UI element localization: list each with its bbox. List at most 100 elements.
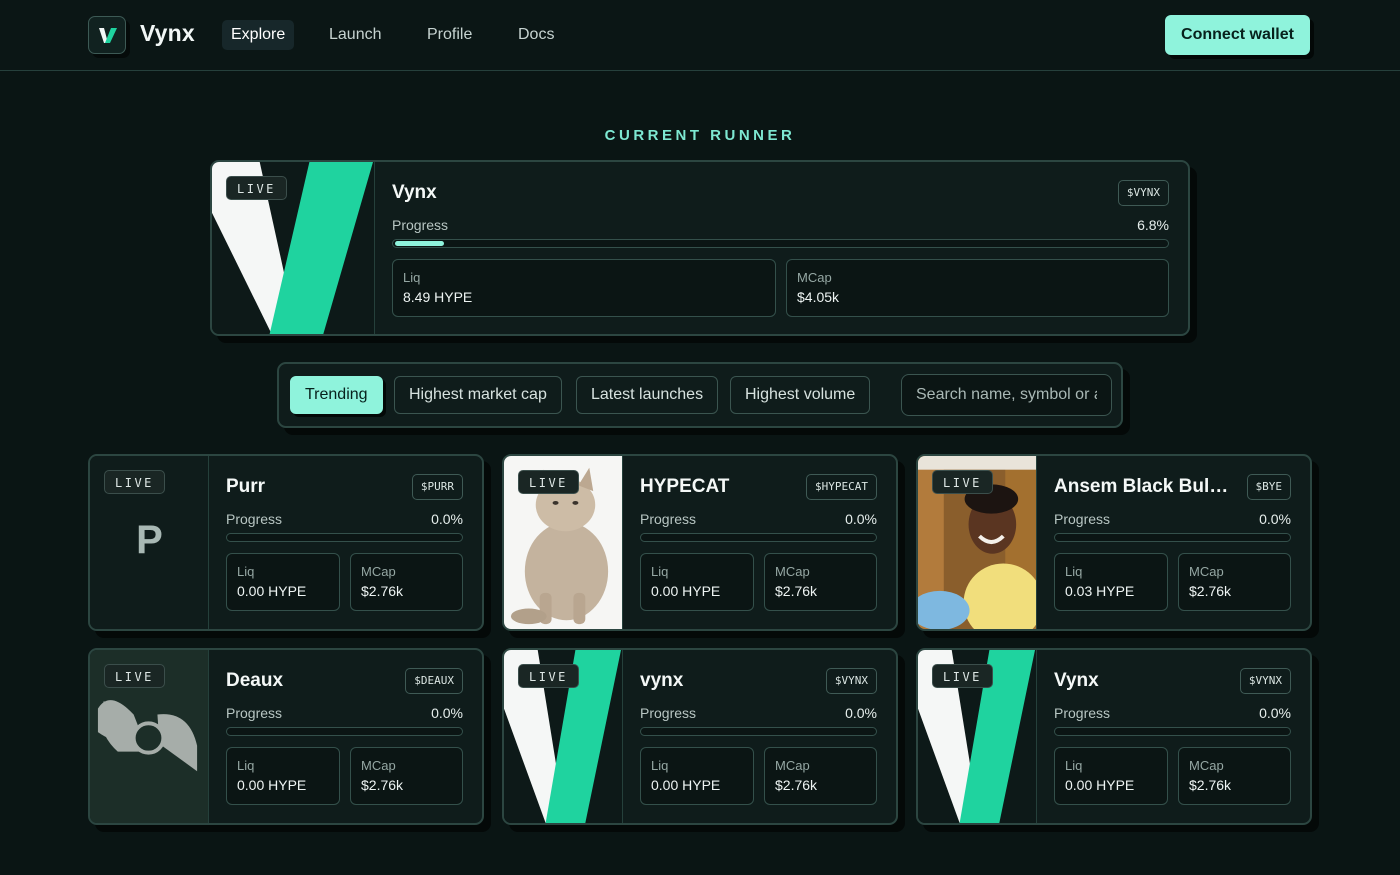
token-symbol-badge: $HYPECAT xyxy=(806,474,877,500)
progress-label: Progress xyxy=(392,217,449,233)
liquidity-stat: Liq 0.00 HYPE xyxy=(640,747,754,805)
token-name: vynx xyxy=(640,670,684,691)
live-badge: LIVE xyxy=(226,176,287,200)
token-name: Deaux xyxy=(226,670,284,691)
runner-info: Vynx $VYNX Progress 6.8% Liq 8.49 HYPE M… xyxy=(392,162,1169,334)
token-name: Vynx xyxy=(1054,670,1099,691)
token-info: Deaux $DEAUX Progress 0.0% Liq 0.00 HYPE… xyxy=(226,650,463,823)
token-initial-placeholder: P xyxy=(136,518,163,562)
token-name: Ansem Black Bull of Hyperliquid xyxy=(1054,476,1231,497)
progress-label: Progress xyxy=(640,705,697,721)
market-cap-stat: MCap $2.76k xyxy=(350,553,463,611)
progress-label: Progress xyxy=(1054,511,1111,527)
progress-bar-fill xyxy=(395,241,444,246)
token-symbol-badge: $PURR xyxy=(411,474,463,500)
token-card[interactable]: LIVE Deaux $DEAUX Progress 0.0% Liq 0.00… xyxy=(88,648,484,825)
progress-label: Progress xyxy=(226,705,283,721)
mcap-value: $2.76k xyxy=(1189,583,1232,599)
live-badge: LIVE xyxy=(518,470,579,494)
token-card[interactable]: LIVE Vynx $VYNX Progress 0.0% Liq 0.00 H… xyxy=(916,648,1312,825)
progress-value: 0.0% xyxy=(431,705,463,721)
liq-label: Liq xyxy=(1065,758,1083,773)
liq-label: Liq xyxy=(651,564,669,579)
progress-bar xyxy=(640,727,877,736)
vynx-logo-icon[interactable] xyxy=(88,16,126,54)
market-cap-stat: MCap $2.76k xyxy=(764,553,877,611)
tab-highest-volume[interactable]: Highest volume xyxy=(730,376,871,414)
live-badge: LIVE xyxy=(104,664,165,688)
mcap-label: MCap xyxy=(1189,564,1224,579)
progress-label: Progress xyxy=(1054,705,1111,721)
token-info: HYPECAT $HYPECAT Progress 0.0% Liq 0.00 … xyxy=(640,456,877,629)
nav-launch[interactable]: Launch xyxy=(320,20,391,50)
liquidity-stat: Liq 0.00 HYPE xyxy=(640,553,754,611)
progress-label: Progress xyxy=(640,511,697,527)
liquidity-stat: Liq 0.03 HYPE xyxy=(1054,553,1168,611)
mcap-value: $2.76k xyxy=(775,583,818,599)
token-info: Ansem Black Bull of Hyperliquid $BYE Pro… xyxy=(1054,456,1291,629)
liq-label: Liq xyxy=(651,758,669,773)
mcap-value: $2.76k xyxy=(1189,777,1232,793)
token-name: HYPECAT xyxy=(640,476,730,497)
token-symbol-badge: $VYNX xyxy=(1239,668,1291,694)
progress-bar xyxy=(1054,533,1291,542)
mcap-label: MCap xyxy=(361,758,396,773)
liquidity-stat: Liq 0.00 HYPE xyxy=(1054,747,1168,805)
mcap-label: MCap xyxy=(1189,758,1224,773)
liquidity-stat: Liq 8.49 HYPE xyxy=(392,259,776,317)
mcap-label: MCap xyxy=(775,564,810,579)
progress-value: 0.0% xyxy=(431,511,463,527)
nav-docs[interactable]: Docs xyxy=(509,20,563,50)
mcap-label: MCap xyxy=(775,758,810,773)
nav-profile[interactable]: Profile xyxy=(418,20,481,50)
progress-bar xyxy=(1054,727,1291,736)
progress-value: 0.0% xyxy=(1259,511,1291,527)
token-name: Purr xyxy=(226,476,266,497)
liq-value: 0.00 HYPE xyxy=(651,583,721,599)
progress-bar xyxy=(226,727,463,736)
live-badge: LIVE xyxy=(932,664,993,688)
liq-label: Liq xyxy=(1065,564,1083,579)
token-info: Purr $PURR Progress 0.0% Liq 0.00 HYPE M… xyxy=(226,456,463,629)
token-card[interactable]: LIVE HYPECAT $HYPECAT Progress 0.0% Liq … xyxy=(502,454,898,631)
mcap-value: $4.05k xyxy=(797,289,840,305)
progress-value: 0.0% xyxy=(845,511,877,527)
nav-explore[interactable]: Explore xyxy=(222,20,295,50)
liq-label: Liq xyxy=(237,758,255,773)
liq-label: Liq xyxy=(237,564,255,579)
filter-bar: Trending Highest market cap Latest launc… xyxy=(277,362,1123,428)
progress-value: 0.0% xyxy=(845,705,877,721)
liq-value: 8.49 HYPE xyxy=(403,289,473,305)
market-cap-stat: MCap $4.05k xyxy=(786,259,1169,317)
mcap-value: $2.76k xyxy=(361,583,404,599)
progress-value: 6.8% xyxy=(1137,217,1169,233)
progress-bar xyxy=(226,533,463,542)
token-card[interactable]: LIVE Ansem Black Bull of Hyperliquid $BY… xyxy=(916,454,1312,631)
connect-wallet-button[interactable]: Connect wallet xyxy=(1165,15,1310,55)
live-badge: LIVE xyxy=(104,470,165,494)
progress-label: Progress xyxy=(226,511,283,527)
market-cap-stat: MCap $2.76k xyxy=(350,747,463,805)
mcap-value: $2.76k xyxy=(361,777,404,793)
search-input[interactable] xyxy=(901,374,1112,416)
tab-trending[interactable]: Trending xyxy=(290,376,383,414)
token-symbol-badge: $DEAUX xyxy=(405,668,463,694)
token-symbol-badge: $VYNX xyxy=(825,668,877,694)
token-card[interactable]: P LIVE Purr $PURR Progress 0.0% Liq 0.00… xyxy=(88,454,484,631)
current-runner-heading: CURRENT RUNNER xyxy=(604,127,796,144)
token-card[interactable]: LIVE vynx $VYNX Progress 0.0% Liq 0.00 H… xyxy=(502,648,898,825)
tab-latest-launches[interactable]: Latest launches xyxy=(576,376,719,414)
liq-label: Liq xyxy=(403,270,421,285)
live-badge: LIVE xyxy=(518,664,579,688)
brand-name[interactable]: Vynx xyxy=(140,20,195,47)
mcap-value: $2.76k xyxy=(775,777,818,793)
progress-value: 0.0% xyxy=(1259,705,1291,721)
token-symbol-badge: $VYNX xyxy=(1117,180,1169,206)
current-runner-card[interactable]: LIVE Vynx $VYNX Progress 6.8% Liq 8.49 H… xyxy=(210,160,1190,336)
tab-highest-market-cap[interactable]: Highest market cap xyxy=(394,376,562,414)
token-info: vynx $VYNX Progress 0.0% Liq 0.00 HYPE M… xyxy=(640,650,877,823)
progress-bar xyxy=(392,239,1169,248)
progress-bar xyxy=(640,533,877,542)
liq-value: 0.00 HYPE xyxy=(237,777,307,793)
top-navigation-bar: Vynx Explore Launch Profile Docs Connect… xyxy=(0,0,1400,71)
